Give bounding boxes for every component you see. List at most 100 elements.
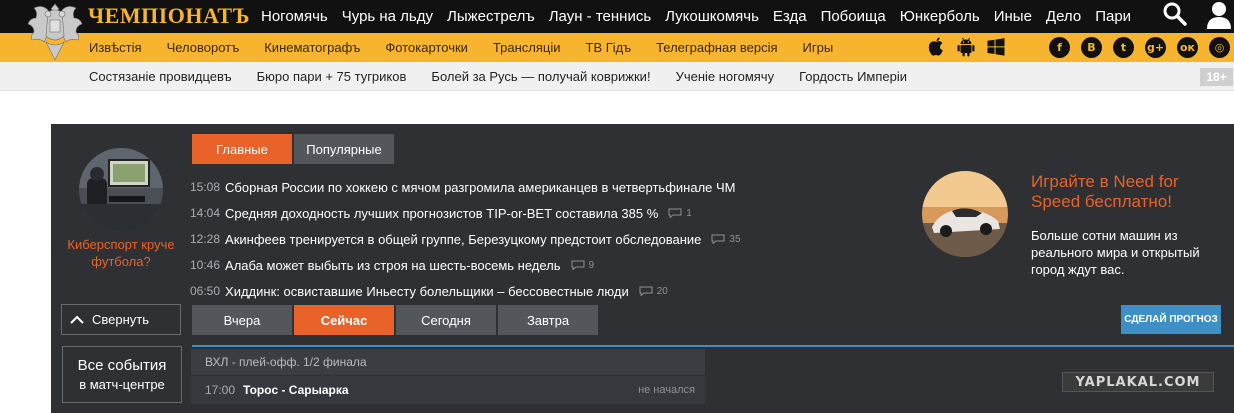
- nav-item-other[interactable]: Иные: [994, 8, 1032, 25]
- day-tabs: Вчера Сейчас Сегодня Завтра: [192, 305, 600, 335]
- nav-item-racing[interactable]: Езда: [773, 8, 807, 25]
- nav-item-business[interactable]: Дело: [1046, 8, 1081, 25]
- apple-icon[interactable]: [925, 37, 947, 57]
- comment-count-value: 35: [729, 233, 741, 245]
- site-logo-text[interactable]: ЧЕМПIОНАТЪ: [88, 3, 250, 29]
- esports-promo-caption[interactable]: Киберспорт круче футбола?: [66, 236, 176, 270]
- all-events-subtitle: в матч-центре: [79, 377, 165, 392]
- news-time: 15:08: [190, 180, 221, 194]
- watermark: YAPLAKAL.COM: [1062, 372, 1214, 392]
- news-list: 15:08 Сборная России по хоккею с мячом р…: [190, 174, 890, 304]
- collapse-button[interactable]: Свернуть: [61, 304, 181, 335]
- subnav-item-games[interactable]: Игры: [803, 40, 834, 55]
- news-title[interactable]: Акинфеев тренируется в общей группе, Бер…: [225, 232, 701, 247]
- tab-tomorrow[interactable]: Завтра: [498, 305, 598, 335]
- promo-link-forecasters[interactable]: Состязаніе провидцевъ: [89, 69, 232, 84]
- comment-icon: [711, 234, 725, 244]
- subnav-item-people[interactable]: Человоротъ: [167, 40, 240, 55]
- top-navbar: ЧЕМПIОНАТЪ Ногомячь Чурь на льду Лыжестр…: [0, 0, 1234, 33]
- subnav-item-broadcasts[interactable]: Трансляціи: [493, 40, 561, 55]
- main-nav: Ногомячь Чурь на льду Лыжестрелъ Лаун - …: [261, 0, 1145, 33]
- vk-icon[interactable]: B: [1081, 37, 1102, 58]
- promo-link-school[interactable]: Ученіе ногомячу: [676, 69, 775, 84]
- comment-icon: [668, 208, 682, 218]
- nav-item-juniors[interactable]: Юнкерболь: [900, 8, 980, 25]
- twitter-icon[interactable]: t: [1113, 37, 1134, 58]
- subnav-item-tv-guide[interactable]: ТВ Гідъ: [586, 40, 632, 55]
- comment-icon: [639, 286, 653, 296]
- comment-count-value: 20: [656, 285, 668, 297]
- tab-popular[interactable]: Популярные: [294, 134, 394, 164]
- subnav-item-cinema[interactable]: Кинематографъ: [264, 40, 360, 55]
- promo-link-betting[interactable]: Бюро пари + 75 тугриков: [257, 69, 407, 84]
- nfs-promo-text: Больше сотни машин из реального мира и о…: [1031, 228, 1200, 277]
- list-item[interactable]: 10:46 Алаба может выбыть из строя на шес…: [190, 252, 890, 278]
- windows-icon[interactable]: [985, 37, 1007, 57]
- googleplus-icon[interactable]: g+: [1145, 37, 1166, 58]
- search-icon[interactable]: [1162, 1, 1188, 27]
- all-events-title: Все события: [77, 357, 167, 374]
- promo-link-cheer[interactable]: Болей за Русь — получай коврижки!: [431, 69, 650, 84]
- promo-bar: Состязаніе провидцевъ Бюро пари + 75 туг…: [0, 62, 1234, 91]
- comment-count[interactable]: 1: [668, 208, 692, 219]
- android-icon[interactable]: [955, 37, 977, 57]
- league-header[interactable]: ВХЛ - плей-офф. 1/2 финала: [191, 349, 705, 375]
- comment-icon: [571, 260, 585, 270]
- facebook-icon[interactable]: f: [1049, 37, 1070, 58]
- age-rating-badge: 18+: [1200, 68, 1233, 86]
- nfs-promo-image[interactable]: [922, 171, 1008, 257]
- social-links: f B t g+ ок ◎: [1049, 37, 1234, 58]
- tab-now[interactable]: Сейчас: [294, 305, 394, 335]
- nav-item-hockey[interactable]: Чурь на льду: [342, 8, 433, 25]
- nav-item-football[interactable]: Ногомячь: [261, 8, 328, 25]
- section-nav: Извѣстія Человоротъ Кинематографъ Фотока…: [89, 33, 858, 62]
- divider: [192, 345, 1234, 347]
- user-icon[interactable]: [1206, 1, 1232, 29]
- tab-today[interactable]: Сегодня: [396, 305, 496, 335]
- subnav-item-news[interactable]: Извѣстія: [89, 40, 142, 55]
- nfs-promo-title[interactable]: Играйте в Need for Speed бесплатно!: [1031, 172, 1231, 212]
- make-forecast-button[interactable]: СДЕЛАЙ ПРОГНОЗ: [1121, 305, 1221, 334]
- promo-links: Состязаніе провидцевъ Бюро пари + 75 туг…: [89, 62, 932, 91]
- match-status: не начался: [638, 384, 695, 396]
- news-time: 14:04: [190, 206, 221, 220]
- list-item[interactable]: 14:04 Средняя доходность лучших прогнози…: [190, 200, 890, 226]
- news-title[interactable]: Алаба может выбыть из строя на шесть-вос…: [225, 258, 560, 273]
- table-row[interactable]: 17:00 Торос - Сарыарка не начался: [191, 376, 705, 404]
- promo-link-pride[interactable]: Гордость Имперіи: [799, 69, 907, 84]
- news-title[interactable]: Средняя доходность лучших прогнозистов T…: [225, 206, 658, 221]
- list-item[interactable]: 15:08 Сборная России по хоккею с мячом р…: [190, 174, 890, 200]
- match-teams[interactable]: Торос - Сарыарка: [243, 383, 349, 397]
- list-item[interactable]: 06:50 Хиддинк: освиставшие Иньесту болел…: [190, 278, 890, 304]
- nav-item-basketball[interactable]: Лукошкомячь: [665, 8, 759, 25]
- list-item[interactable]: 12:28 Акинфеев тренируется в общей групп…: [190, 226, 890, 252]
- comment-count[interactable]: 35: [711, 233, 741, 245]
- imperial-eagle-logo-icon[interactable]: [26, 0, 84, 64]
- news-tabs: Главные Популярные: [192, 134, 394, 164]
- news-title[interactable]: Хиддинк: освиставшие Иньесту болельщики …: [225, 284, 629, 299]
- odnoklassniki-icon[interactable]: ок: [1177, 37, 1198, 58]
- nav-item-tennis[interactable]: Лаун - теннись: [549, 8, 651, 25]
- tab-main[interactable]: Главные: [192, 134, 292, 164]
- news-time: 06:50: [190, 284, 221, 298]
- subnav-item-photos[interactable]: Фотокарточки: [385, 40, 468, 55]
- platform-links: [925, 37, 1015, 57]
- match-time: 17:00: [205, 383, 236, 397]
- all-events-button[interactable]: Все события в матч-центре: [62, 346, 182, 403]
- esports-promo-image[interactable]: [79, 148, 163, 232]
- nav-item-fights[interactable]: Побоища: [821, 8, 886, 25]
- comment-count[interactable]: 20: [639, 286, 668, 297]
- news-title[interactable]: Сборная России по хоккею с мячом разгром…: [225, 180, 735, 195]
- comment-count-value: 9: [588, 259, 595, 271]
- chevron-up-icon: [70, 315, 84, 325]
- comment-count[interactable]: 9: [571, 259, 595, 271]
- comment-count-value: 1: [686, 207, 692, 219]
- nav-item-bets[interactable]: Пари: [1095, 8, 1131, 25]
- subnav-item-telegraph[interactable]: Телеграфная версія: [656, 40, 777, 55]
- collapse-label: Свернуть: [92, 312, 150, 327]
- tab-yesterday[interactable]: Вчера: [192, 305, 292, 335]
- instagram-icon[interactable]: ◎: [1209, 37, 1230, 58]
- nav-item-biathlon[interactable]: Лыжестрелъ: [447, 8, 535, 25]
- news-time: 10:46: [190, 258, 221, 272]
- news-time: 12:28: [190, 232, 221, 246]
